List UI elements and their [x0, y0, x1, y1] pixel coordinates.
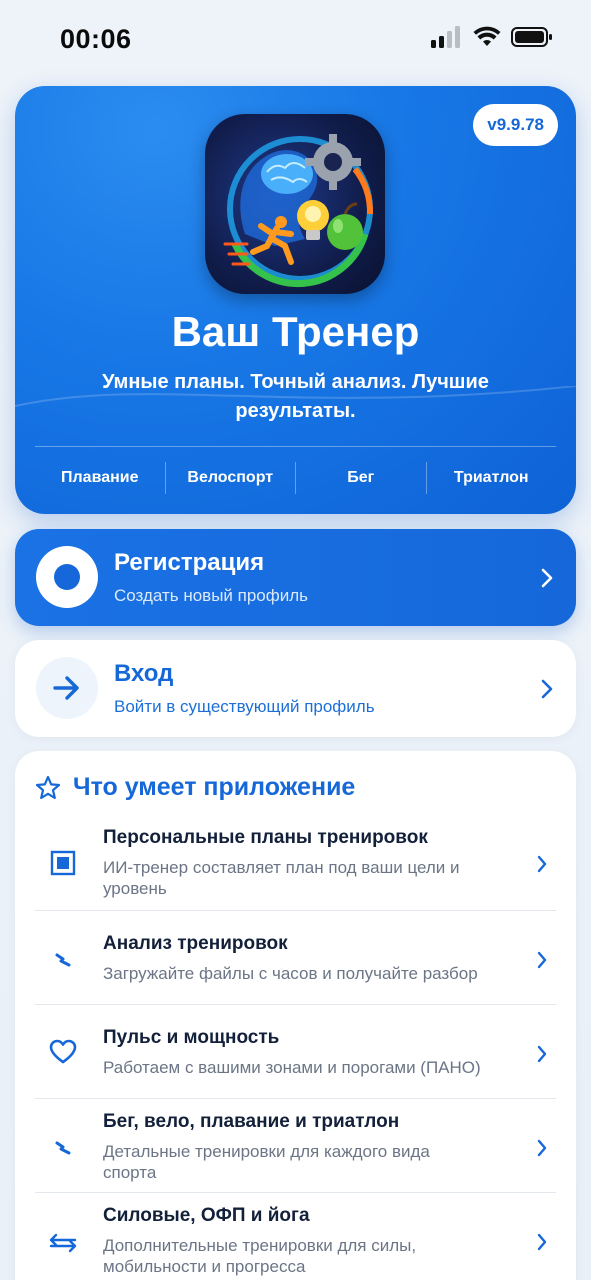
arrow-right-icon	[36, 657, 98, 719]
feature-desc: Детальные тренировки для каждого вида сп…	[103, 1142, 430, 1182]
feature-title: Пульс и мощность	[103, 1027, 280, 1048]
bolt-icon	[47, 1131, 79, 1163]
sport-triathlon: Триатлон	[425, 462, 557, 494]
login-subtitle: Войти в существующий профиль	[114, 697, 375, 716]
chevron-right-icon	[541, 679, 553, 699]
bolt-icon	[47, 943, 79, 975]
status-time: 00:06	[60, 24, 132, 54]
features-title: Что умеет приложение	[73, 773, 356, 801]
login-title: Вход	[114, 660, 174, 687]
chevron-right-icon	[537, 855, 547, 873]
feature-desc: Загружайте файлы с часов и получайте раз…	[103, 964, 478, 983]
feature-item[interactable]: Пульс и мощность Работаем с вашими зонам…	[35, 1004, 556, 1098]
chevron-right-icon	[541, 568, 553, 588]
chevron-right-icon	[537, 951, 547, 969]
feature-title: Бег, вело, плавание и триатлон	[103, 1111, 400, 1132]
heart-icon	[47, 1036, 79, 1068]
chevron-right-icon	[537, 1233, 547, 1251]
chevron-right-icon	[537, 1139, 547, 1157]
feature-desc: Работаем с вашими зонами и порогами (ПАН…	[103, 1058, 481, 1077]
features-header: Что умеет приложение	[35, 773, 355, 802]
square-icon	[47, 847, 79, 879]
hero-title: Ваш Тренер	[171, 308, 420, 355]
feature-item[interactable]: Бег, вело, плавание и триатлон Детальные…	[35, 1098, 556, 1192]
arrows-icon	[47, 1227, 79, 1259]
record-icon	[36, 546, 98, 608]
hero-subtitle: Умные планы. Точный анализ. Лучшие резул…	[102, 371, 489, 422]
hero-card: v9.9.78 Ваш Тренер Умные планы. Точный а…	[15, 86, 576, 514]
feature-title: Персональные планы тренировок	[103, 827, 428, 848]
registration-subtitle: Создать новый профиль	[114, 586, 309, 605]
feature-item[interactable]: Персональные планы тренировок ИИ-тренер …	[35, 817, 556, 910]
feature-desc: ИИ-тренер составляет план под ваши цели …	[103, 858, 460, 898]
registration-title: Регистрация	[114, 549, 265, 576]
signal-icon	[431, 26, 460, 48]
feature-title: Анализ тренировок	[103, 933, 288, 954]
sport-cycling: Велоспорт	[164, 462, 296, 494]
sport-swimming: Плавание	[61, 469, 139, 486]
version-badge: v9.9.78	[473, 104, 558, 146]
chevron-right-icon	[537, 1045, 547, 1063]
feature-item[interactable]: Анализ тренировок Загружайте файлы с час…	[35, 910, 556, 1004]
login-button[interactable]: Вход Войти в существующий профиль	[15, 640, 576, 737]
registration-button[interactable]: Регистрация Создать новый профиль	[15, 529, 576, 626]
feature-item[interactable]: Силовые, ОФП и йога Дополнительные трени…	[35, 1192, 556, 1280]
sports-list: Плавание Велоспорт Бег Триатлон	[35, 462, 556, 494]
sport-running: Бег	[295, 462, 426, 494]
feature-desc: Дополнительные тренировки для силы, моби…	[103, 1236, 417, 1276]
hero-divider	[35, 446, 556, 447]
star-icon	[35, 775, 61, 799]
status-icons	[431, 26, 553, 48]
battery-icon	[511, 27, 552, 47]
status-bar: 00:06	[0, 0, 591, 70]
app-logo	[205, 114, 385, 294]
features-card: Что умеет приложение Персональные планы …	[15, 751, 576, 1280]
feature-title: Силовые, ОФП и йога	[103, 1205, 310, 1226]
wifi-icon	[473, 26, 501, 46]
